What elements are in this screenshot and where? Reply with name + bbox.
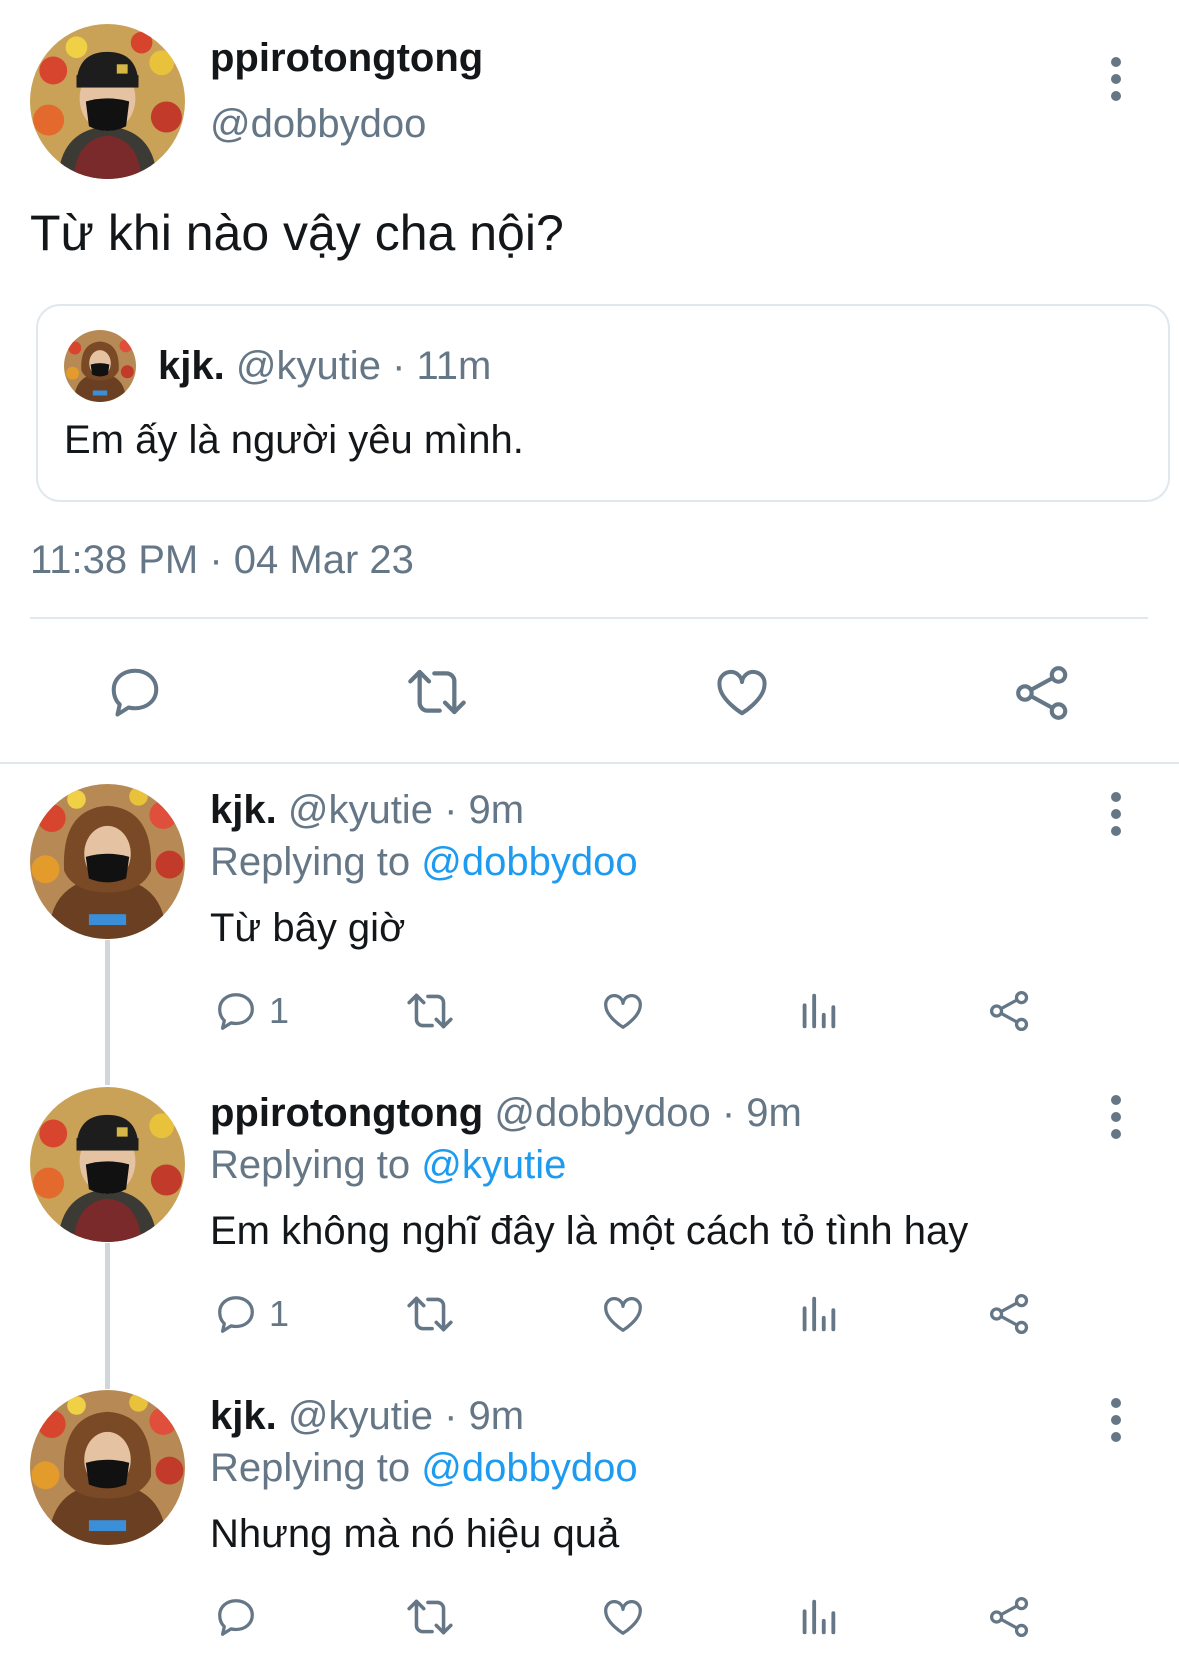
reply-avatar[interactable]	[30, 784, 185, 939]
reply-button[interactable]: 1	[213, 1291, 289, 1337]
more-vertical-icon[interactable]	[1110, 792, 1122, 843]
share-icon	[989, 1596, 1029, 1638]
replying-to-label: Replying to	[210, 840, 411, 884]
reply-icon	[111, 668, 159, 717]
share-button[interactable]	[987, 1594, 1033, 1640]
retweet-button[interactable]	[405, 662, 469, 722]
analytics-button[interactable]	[795, 1594, 841, 1640]
analytics-icon	[802, 1599, 836, 1635]
reply-handle[interactable]: @dobbydoo	[494, 1091, 710, 1135]
reply-handle[interactable]: @kyutie	[288, 788, 433, 832]
reply-text: Em không nghĩ đây là một cách tỏ tình ha…	[210, 1209, 969, 1253]
avatar-photo-brown-hoodie-mask	[30, 784, 185, 939]
share-icon	[989, 1293, 1029, 1335]
replying-to-link[interactable]: @kyutie	[421, 1143, 566, 1187]
share-button[interactable]	[1012, 662, 1074, 724]
quoted-tweet-text: Em ấy là người yêu mình.	[64, 418, 524, 462]
quoted-display-name: kjk.	[158, 344, 225, 388]
quoted-avatar	[64, 330, 136, 402]
divider	[30, 617, 1148, 619]
reply-icon	[218, 1296, 254, 1333]
retweet-button[interactable]	[405, 1594, 455, 1640]
retweet-icon	[407, 1599, 453, 1635]
analytics-button[interactable]	[795, 1291, 841, 1337]
like-button[interactable]	[600, 1291, 646, 1337]
like-icon	[717, 669, 767, 716]
main-avatar[interactable]	[30, 24, 185, 179]
share-icon	[1016, 666, 1068, 720]
reply-display-name[interactable]: kjk.	[210, 788, 277, 832]
main-handle[interactable]: @dobbydoo	[210, 102, 426, 147]
avatar-photo-black-beanie-mask	[30, 1087, 185, 1242]
retweet-button[interactable]	[405, 1291, 455, 1337]
share-button[interactable]	[987, 988, 1033, 1034]
section-divider	[0, 762, 1179, 764]
like-button[interactable]	[600, 988, 646, 1034]
reply-time: · 9m	[444, 1394, 525, 1438]
reply-button[interactable]	[105, 662, 165, 722]
thread-line	[105, 940, 110, 1085]
quoted-time: · 11m	[392, 344, 492, 388]
reply-button[interactable]: 1	[213, 988, 289, 1034]
quoted-handle: @kyutie	[235, 344, 381, 388]
reply-time: · 9m	[444, 788, 525, 832]
avatar-photo-brown-hoodie-mask	[30, 1390, 185, 1545]
reply-handle[interactable]: @kyutie	[288, 1394, 433, 1438]
replying-to: Replying to @kyutie	[210, 1143, 566, 1188]
reply-display-name[interactable]: ppirotongtong	[210, 1091, 483, 1135]
tweet-text: Từ khi nào vậy cha nội?	[30, 205, 564, 261]
replying-to-label: Replying to	[210, 1446, 411, 1490]
reply-count: 1	[269, 990, 290, 1031]
reply-display-name[interactable]: kjk.	[210, 1394, 277, 1438]
main-display-name[interactable]: ppirotongtong	[210, 36, 483, 81]
retweet-icon	[408, 669, 466, 715]
like-button[interactable]	[600, 1594, 646, 1640]
reply-header: kjk. @kyutie · 9m	[210, 1394, 524, 1439]
retweet-button[interactable]	[405, 988, 455, 1034]
reply-button[interactable]	[213, 1594, 269, 1640]
replying-to: Replying to @dobbydoo	[210, 840, 638, 885]
reply-avatar[interactable]	[30, 1087, 185, 1242]
like-button[interactable]	[712, 662, 772, 722]
thread-line	[105, 1243, 110, 1389]
more-vertical-icon[interactable]	[1110, 1398, 1122, 1449]
reply-icon	[218, 1599, 254, 1636]
more-vertical-icon[interactable]	[1110, 57, 1122, 108]
analytics-icon	[802, 1296, 836, 1332]
quoted-tweet-card[interactable]	[36, 304, 1170, 502]
reply-count: 1	[269, 1293, 290, 1334]
retweet-icon	[407, 1296, 453, 1332]
reply-header: kjk. @kyutie · 9m	[210, 788, 524, 833]
share-button[interactable]	[987, 1291, 1033, 1337]
like-icon	[604, 1600, 642, 1635]
like-icon	[604, 1297, 642, 1332]
analytics-icon	[802, 993, 836, 1029]
quoted-tweet-header: kjk. @kyutie · 11m	[158, 344, 491, 389]
reply-avatar[interactable]	[30, 1390, 185, 1545]
reply-text: Từ bây giờ	[210, 906, 406, 950]
like-icon	[604, 994, 642, 1029]
more-vertical-icon[interactable]	[1110, 1095, 1122, 1146]
replying-to-link[interactable]: @dobbydoo	[421, 1446, 637, 1490]
avatar-photo-brown-hoodie-mask	[64, 330, 136, 402]
avatar-photo-black-beanie-mask	[30, 24, 185, 179]
replying-to-link[interactable]: @dobbydoo	[421, 840, 637, 884]
analytics-button[interactable]	[795, 988, 841, 1034]
retweet-icon	[407, 993, 453, 1029]
replying-to: Replying to @dobbydoo	[210, 1446, 638, 1491]
reply-icon	[218, 993, 254, 1030]
share-icon	[989, 990, 1029, 1032]
replying-to-label: Replying to	[210, 1143, 411, 1187]
reply-header: ppirotongtong @dobbydoo · 9m	[210, 1091, 802, 1136]
reply-time: · 9m	[721, 1091, 802, 1135]
reply-text: Nhưng mà nó hiệu quả	[210, 1512, 620, 1556]
tweet-timestamp: 11:38 PM · 04 Mar 23	[30, 538, 414, 582]
